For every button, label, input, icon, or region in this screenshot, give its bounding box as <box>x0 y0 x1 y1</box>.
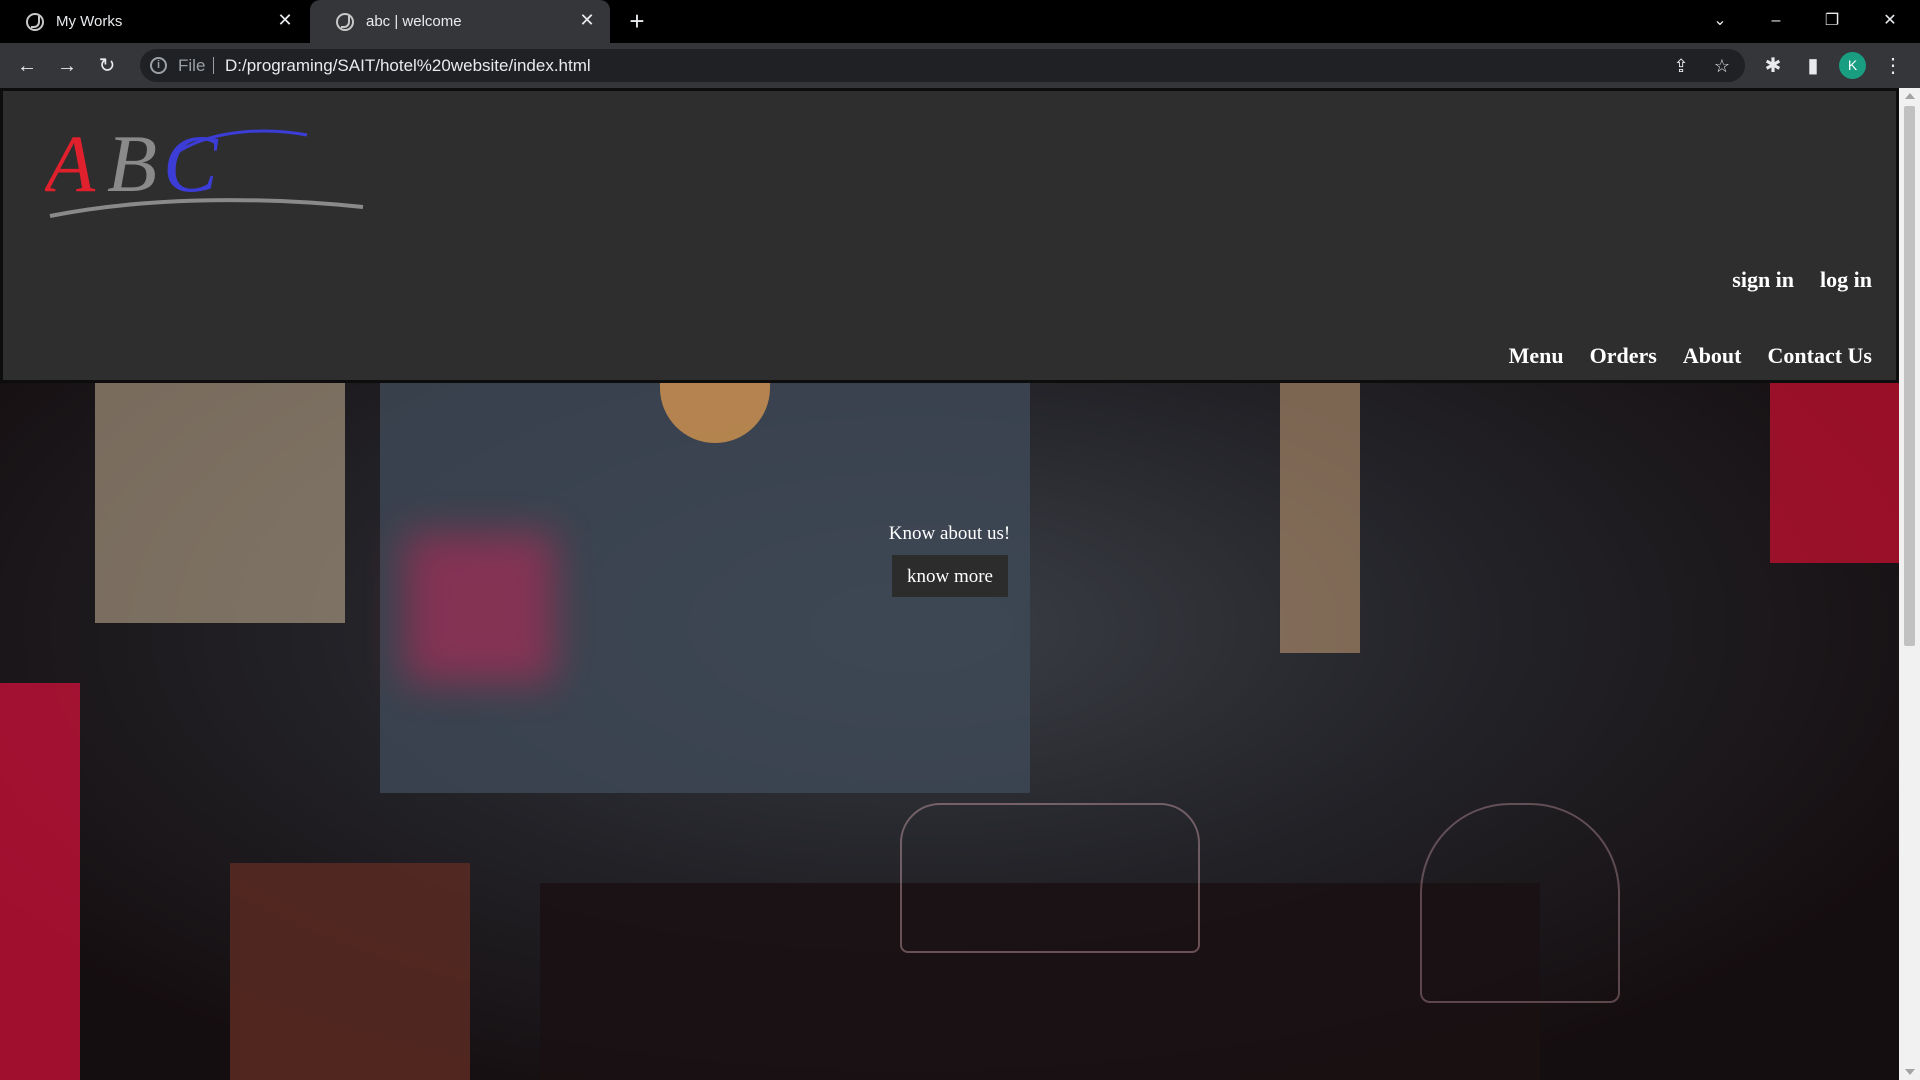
globe-icon <box>26 12 44 31</box>
forward-icon[interactable]: → <box>52 51 82 81</box>
main-nav: Menu Orders About Contact Us <box>1509 343 1872 369</box>
close-window-button[interactable]: ✕ <box>1870 6 1910 36</box>
divider <box>213 57 214 74</box>
svg-text:C: C <box>163 121 219 209</box>
browser-titlebar: My Works ✕ abc | welcome ✕ + ⌄ – ❐ ✕ <box>0 0 1920 43</box>
restore-button[interactable]: ❐ <box>1812 6 1852 36</box>
file-label: File <box>178 56 206 75</box>
close-tab-icon[interactable]: ✕ <box>576 10 598 31</box>
info-icon[interactable]: i <box>150 57 167 74</box>
address-bar[interactable]: i File D:/programing/SAIT/hotel%20websit… <box>140 49 1745 82</box>
nav-about[interactable]: About <box>1683 343 1742 369</box>
bookmark-star-icon[interactable]: ☆ <box>1708 52 1736 80</box>
svg-text:B: B <box>107 121 157 209</box>
site-header: A B C sign in log in Menu Orders About C… <box>0 88 1899 383</box>
scrollbar[interactable] <box>1899 88 1920 1080</box>
hero-section: Know about us! know more <box>0 383 1899 1080</box>
tab-title: My Works <box>56 13 123 30</box>
wall-panel <box>1280 383 1360 653</box>
nav-orders[interactable]: Orders <box>1590 343 1657 369</box>
tab-abc-welcome[interactable]: abc | welcome ✕ <box>310 0 610 43</box>
scroll-up-arrow[interactable] <box>1905 93 1915 99</box>
red-screen <box>0 683 80 1080</box>
log-in-link[interactable]: log in <box>1820 267 1872 293</box>
back-icon[interactable]: ← <box>12 51 42 81</box>
close-tab-icon[interactable]: ✕ <box>274 10 296 31</box>
tab-search-icon[interactable]: ⌄ <box>1700 6 1740 36</box>
scroll-thumb[interactable] <box>1904 106 1915 646</box>
globe-icon <box>336 12 354 31</box>
red-light <box>405 533 555 683</box>
browser-toolbar: ← → ↻ i File D:/programing/SAIT/hotel%20… <box>0 43 1920 88</box>
chair-image <box>230 863 470 1080</box>
tab-my-works[interactable]: My Works ✕ <box>0 0 308 43</box>
profile-avatar[interactable]: K <box>1839 52 1866 79</box>
reload-icon[interactable]: ↻ <box>92 51 122 81</box>
scroll-down-arrow[interactable] <box>1905 1069 1915 1075</box>
minimize-button[interactable]: – <box>1756 6 1796 36</box>
side-panel-icon[interactable]: ▮ <box>1798 51 1828 81</box>
wine-glass-image <box>1420 803 1620 1003</box>
auth-links: sign in log in <box>1732 267 1872 293</box>
svg-text:A: A <box>45 121 96 209</box>
extensions-icon[interactable]: ✱ <box>1758 51 1788 81</box>
menu-dots-icon[interactable]: ⋮ <box>1878 51 1908 81</box>
url-text[interactable]: D:/programing/SAIT/hotel%20website/index… <box>225 56 591 76</box>
sign-in-link[interactable]: sign in <box>1732 267 1794 293</box>
abc-logo[interactable]: A B C <box>45 121 375 231</box>
know-more-button[interactable]: know more <box>892 555 1008 597</box>
nav-menu[interactable]: Menu <box>1509 343 1564 369</box>
nav-contact-us[interactable]: Contact Us <box>1768 343 1873 369</box>
hero-heading: Know about us! <box>888 523 1011 544</box>
page-viewport: A B C sign in log in Menu Orders About C… <box>0 88 1899 1080</box>
wall-panel <box>95 383 345 623</box>
tab-title: abc | welcome <box>366 13 462 30</box>
share-icon[interactable]: ⇪ <box>1667 52 1695 80</box>
new-tab-button[interactable]: + <box>622 6 652 36</box>
wine-glass-image <box>900 803 1200 953</box>
